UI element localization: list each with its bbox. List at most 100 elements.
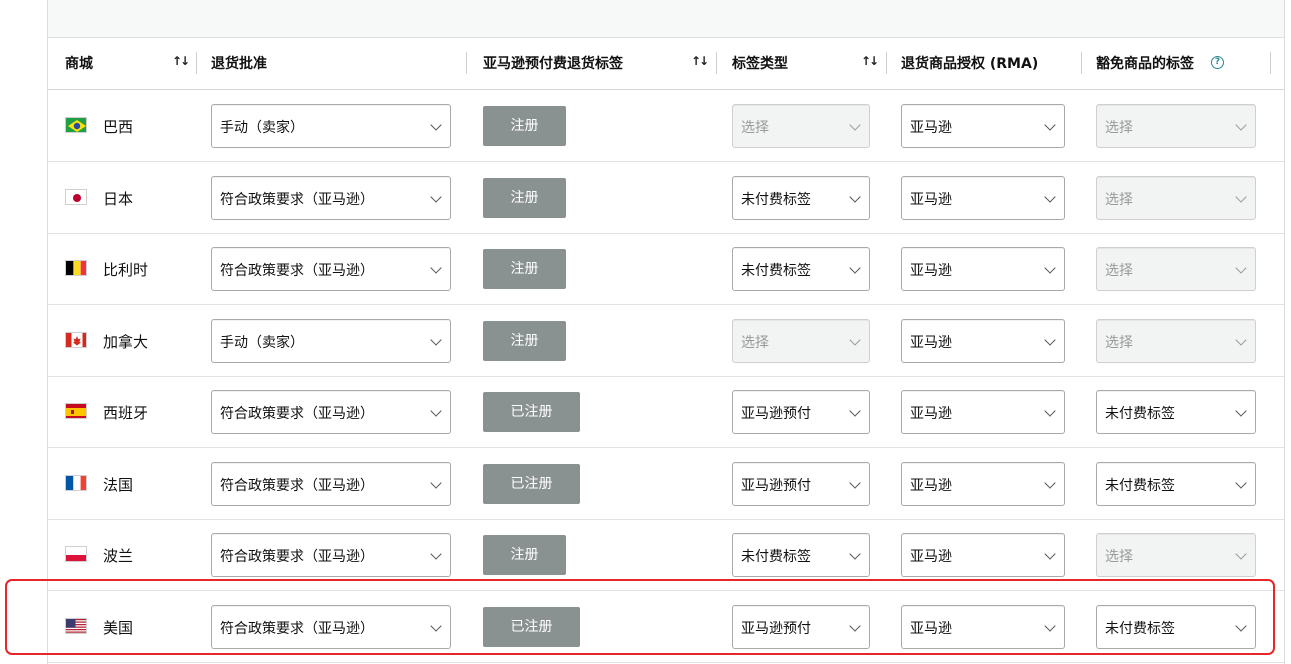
exempt-label-select[interactable]: 未付费标签 [1096, 461, 1256, 506]
return-approval-select[interactable]: 符合政策要求（亚马逊） [211, 247, 451, 291]
chevron-down-icon [430, 333, 442, 346]
chevron-down-icon [1044, 619, 1056, 632]
brazil-flag-icon [65, 117, 87, 133]
table-row: 巴西 手动（卖家） 注册 选择 亚马逊 选择 [48, 90, 1284, 162]
marketplace-name: 日本 [103, 189, 134, 208]
column-divider [466, 52, 467, 74]
rma-select[interactable]: 亚马逊 [901, 175, 1065, 220]
label-type-select[interactable]: 未付费标签 [732, 533, 870, 577]
column-divider [716, 52, 717, 74]
label-type-select[interactable]: 亚马逊预付 [732, 604, 870, 649]
label-type-select: 选择 [732, 104, 870, 148]
chevron-down-icon [430, 119, 442, 131]
label-type-value: 未付费标签 [741, 549, 811, 565]
return-approval-select[interactable]: 符合政策要求（亚马逊） [211, 390, 451, 434]
help-icon[interactable]: ? [1211, 56, 1224, 69]
rma-value: 亚马逊 [910, 406, 952, 422]
marketplace-name: 法国 [103, 475, 134, 494]
column-label-type: 标签类型 [732, 56, 788, 72]
chevron-down-icon [430, 405, 442, 417]
column-divider [1081, 52, 1082, 74]
panel-top-strip [48, 0, 1284, 38]
sort-marketplace-icon[interactable]: ↑↓ [172, 54, 190, 68]
exempt-label-value: 未付费标签 [1105, 406, 1175, 422]
register-button[interactable]: 注册 [483, 320, 566, 361]
table-row: 波兰 符合政策要求（亚马逊） 注册 未付费标签 亚马逊 选择 [48, 519, 1284, 591]
returns-settings-panel: 商城 ↑↓ 退货批准 亚马逊预付费退货标签 ↑↓ 标签类型 ↑↓ 退货商品授权 … [47, 0, 1285, 664]
rma-select[interactable]: 亚马逊 [901, 247, 1065, 291]
chevron-down-icon [1235, 119, 1247, 131]
chevron-down-icon [1235, 333, 1247, 346]
register-button[interactable]: 已注册 [483, 606, 580, 647]
column-rma: 退货商品授权 (RMA) [901, 56, 1039, 72]
exempt-label-select[interactable]: 未付费标签 [1096, 390, 1256, 434]
column-return-approval: 退货批准 [211, 56, 267, 72]
rma-select[interactable]: 亚马逊 [901, 533, 1065, 577]
rma-select[interactable]: 亚马逊 [901, 318, 1065, 363]
register-button[interactable]: 注册 [483, 177, 566, 218]
table-row: 日本 符合政策要求（亚马逊） 注册 未付费标签 亚马逊 选择 [48, 162, 1284, 234]
return-approval-select[interactable]: 手动（卖家） [211, 104, 451, 148]
table-header: 商城 ↑↓ 退货批准 亚马逊预付费退货标签 ↑↓ 标签类型 ↑↓ 退货商品授权 … [48, 39, 1284, 90]
return-approval-select[interactable]: 符合政策要求（亚马逊） [211, 533, 451, 577]
register-button[interactable]: 已注册 [483, 463, 580, 504]
usa-flag-icon [65, 617, 87, 634]
label-type-select[interactable]: 亚马逊预付 [732, 390, 870, 434]
label-type-select[interactable]: 未付费标签 [732, 175, 870, 220]
rma-select[interactable]: 亚马逊 [901, 390, 1065, 434]
exempt-label-value: 选择 [1105, 334, 1133, 351]
sort-label-type-icon[interactable]: ↑↓ [861, 54, 879, 68]
register-button[interactable]: 注册 [483, 106, 566, 146]
exempt-label-value: 未付费标签 [1105, 477, 1175, 494]
return-approval-select[interactable]: 符合政策要求（亚马逊） [211, 175, 451, 220]
table-row: 加拿大 手动（卖家） 注册 选择 亚马逊 选择 [48, 305, 1284, 377]
exempt-label-select: 选择 [1096, 247, 1256, 291]
return-approval-select[interactable]: 符合政策要求（亚马逊） [211, 461, 451, 506]
label-type-select: 选择 [732, 318, 870, 363]
return-approval-select[interactable]: 符合政策要求（亚马逊） [211, 604, 451, 649]
column-marketplace: 商城 [65, 56, 93, 72]
marketplace-name: 比利时 [103, 261, 149, 279]
sort-prepaid-label-icon[interactable]: ↑↓ [691, 54, 709, 68]
marketplace-name: 美国 [103, 618, 134, 637]
chevron-down-icon [1235, 405, 1247, 417]
exempt-label-select: 选择 [1096, 318, 1256, 363]
register-button[interactable]: 注册 [483, 249, 566, 289]
return-approval-value: 符合政策要求（亚马逊） [220, 477, 374, 494]
table-row: 比利时 符合政策要求（亚马逊） 注册 未付费标签 亚马逊 选择 [48, 233, 1284, 305]
chevron-down-icon [849, 190, 861, 203]
return-approval-select[interactable]: 手动（卖家） [211, 318, 451, 363]
chevron-down-icon [1044, 548, 1056, 560]
label-type-value: 选择 [741, 334, 769, 351]
chevron-down-icon [1235, 619, 1247, 632]
column-divider [1270, 52, 1271, 74]
chevron-down-icon [430, 619, 442, 632]
table-row: 西班牙 符合政策要求（亚马逊） 已注册 亚马逊预付 亚马逊 未付费标签 [48, 376, 1284, 448]
return-approval-value: 手动（卖家） [220, 120, 304, 136]
label-type-value: 亚马逊预付 [741, 620, 811, 637]
register-button[interactable]: 已注册 [483, 392, 580, 432]
exempt-label-select[interactable]: 未付费标签 [1096, 604, 1256, 649]
rma-select[interactable]: 亚马逊 [901, 104, 1065, 148]
register-button[interactable]: 注册 [483, 535, 566, 575]
label-type-value: 选择 [741, 120, 769, 136]
rma-select[interactable]: 亚马逊 [901, 461, 1065, 506]
return-approval-value: 符合政策要求（亚马逊） [220, 620, 374, 637]
column-prepaid-label: 亚马逊预付费退货标签 [483, 56, 623, 72]
label-type-select[interactable]: 未付费标签 [732, 247, 870, 291]
return-approval-value: 符合政策要求（亚马逊） [220, 263, 374, 279]
rma-select[interactable]: 亚马逊 [901, 604, 1065, 649]
chevron-down-icon [430, 262, 442, 274]
chevron-down-icon [1044, 333, 1056, 346]
marketplace-name: 波兰 [103, 547, 134, 565]
return-approval-value: 手动（卖家） [220, 334, 304, 351]
chevron-down-icon [849, 262, 861, 274]
column-exempt-label: 豁免商品的标签 [1096, 56, 1194, 72]
france-flag-icon [65, 474, 87, 491]
chevron-down-icon [1044, 476, 1056, 489]
belgium-flag-icon [65, 260, 87, 276]
chevron-down-icon [1044, 262, 1056, 274]
rma-value: 亚马逊 [910, 477, 952, 494]
chevron-down-icon [1235, 190, 1247, 203]
label-type-select[interactable]: 亚马逊预付 [732, 461, 870, 506]
